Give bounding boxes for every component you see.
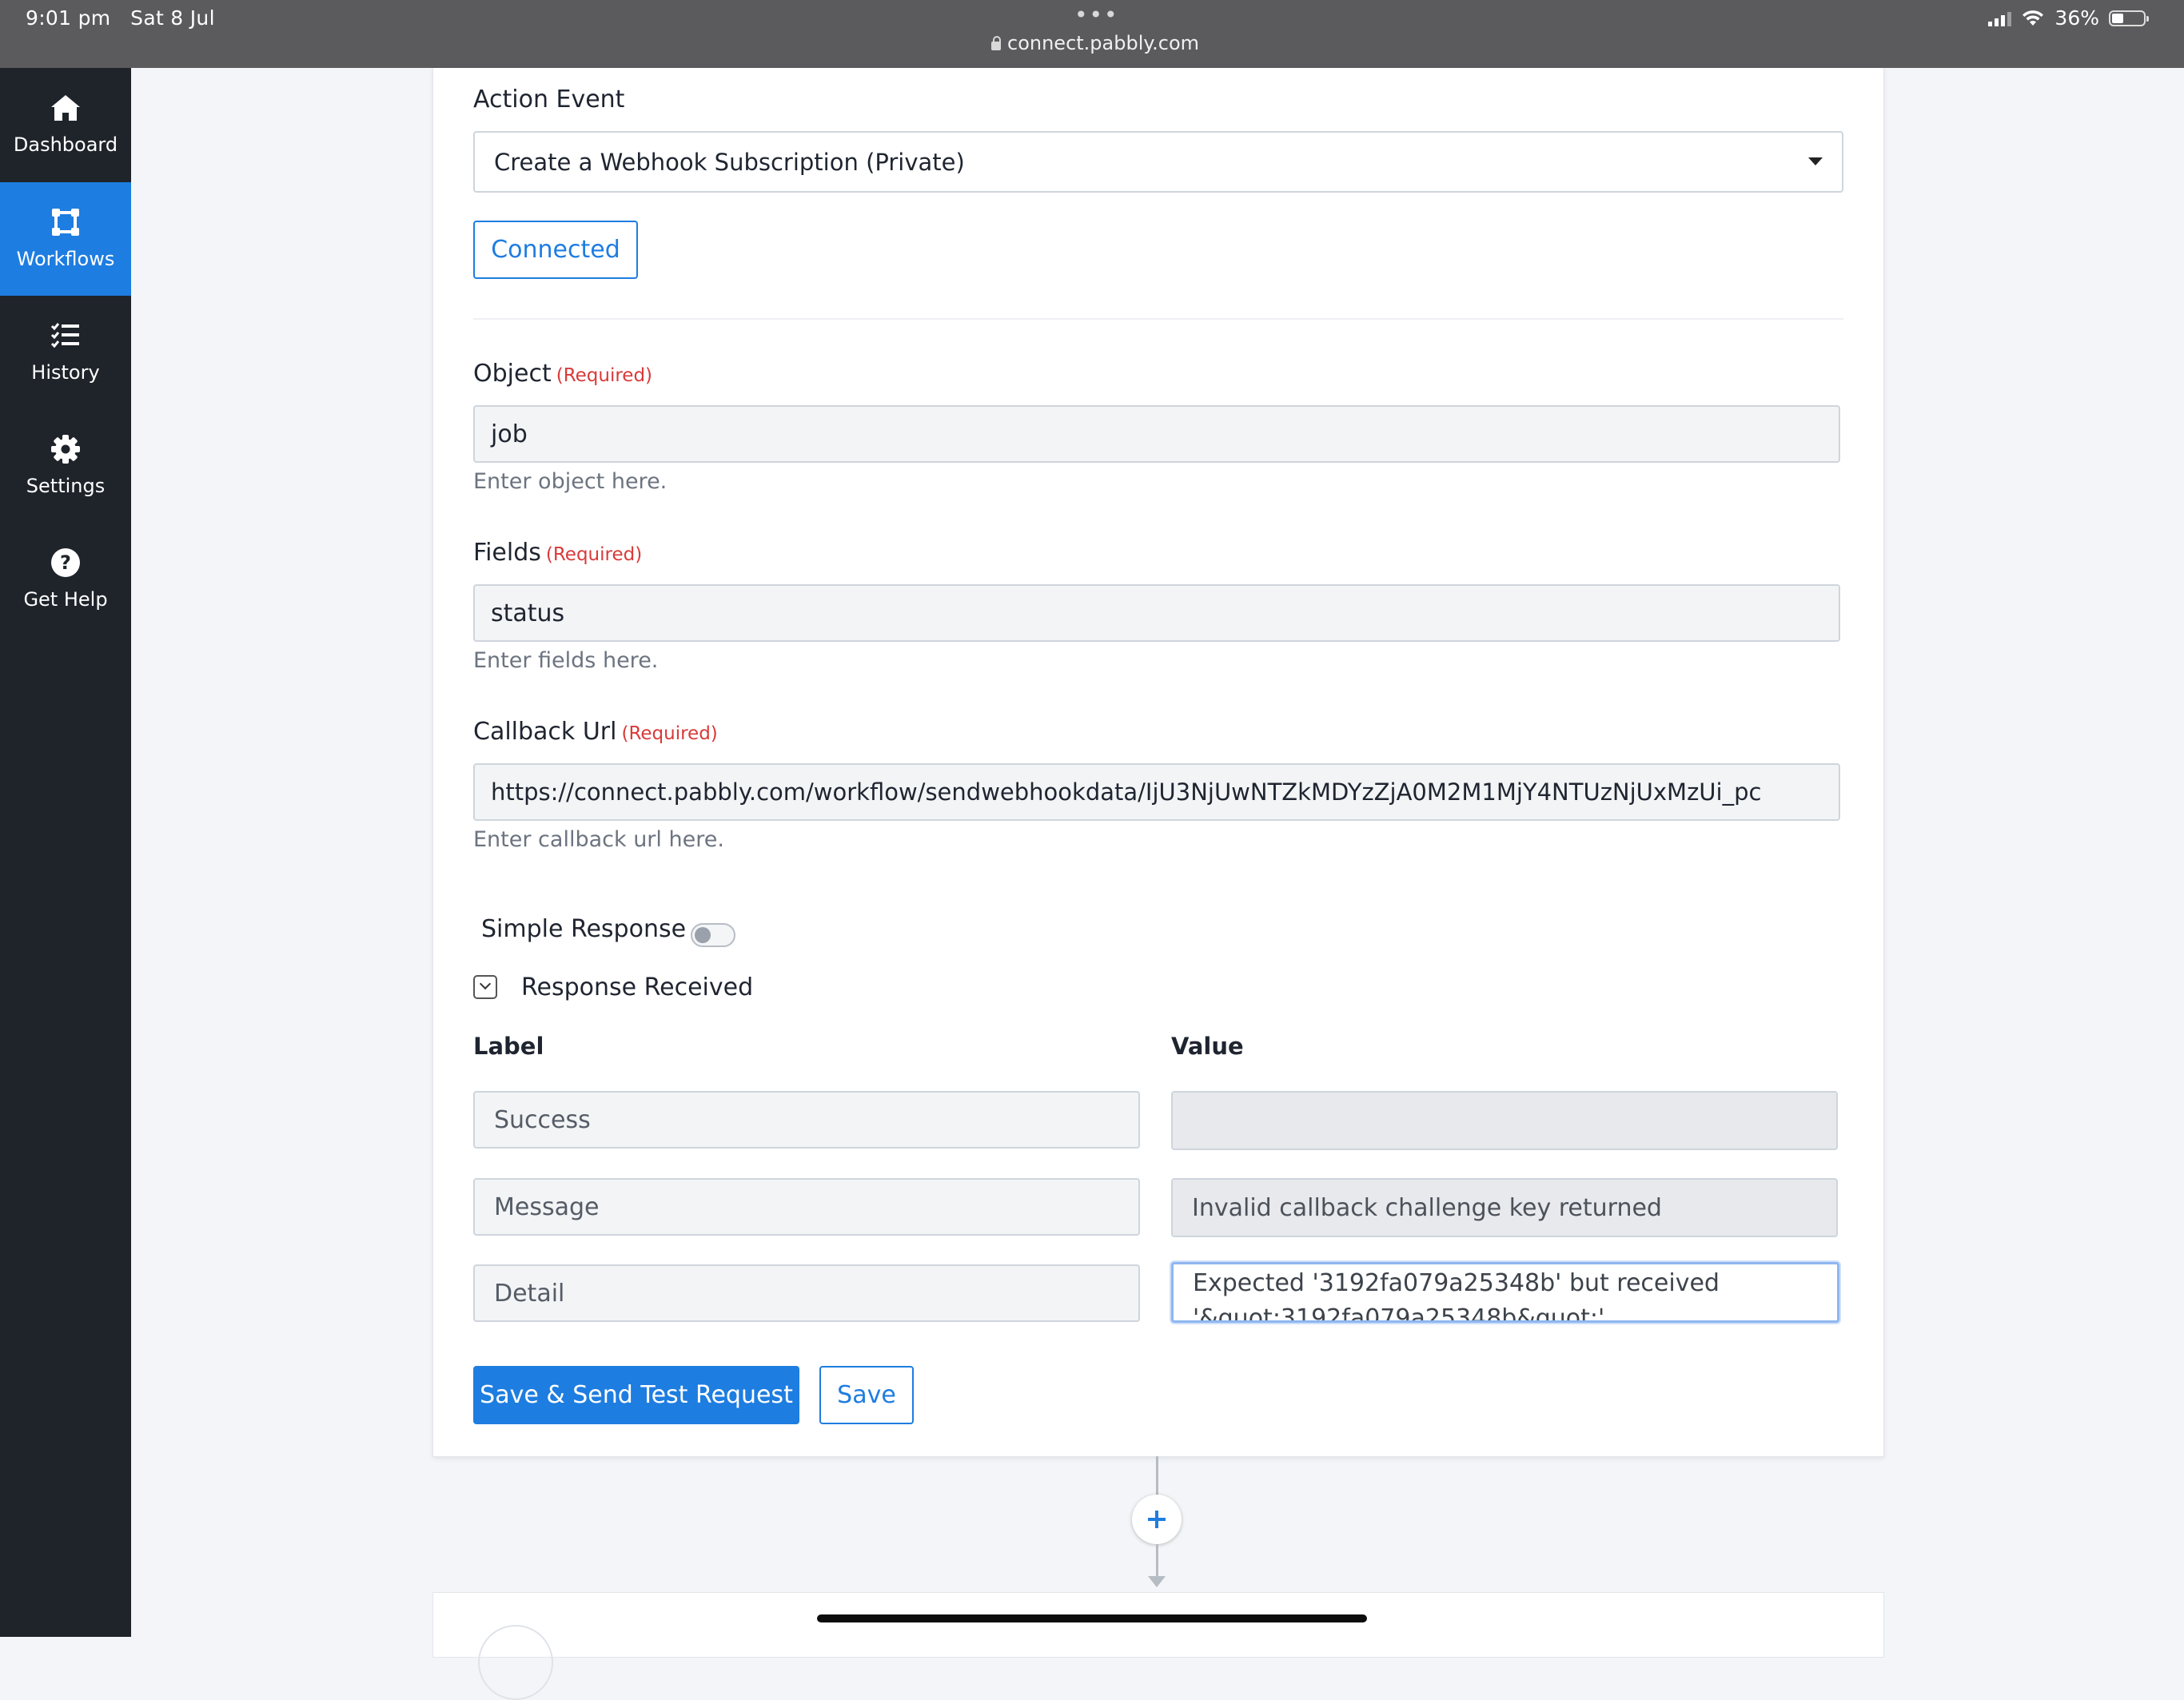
lock-icon <box>991 36 1001 50</box>
sidebar-item-label: Dashboard <box>13 133 118 156</box>
required-tag: (Required) <box>621 723 718 744</box>
sidebar-item-history[interactable]: History <box>0 296 131 409</box>
step-number-circle <box>478 1625 553 1700</box>
sidebar-item-workflows[interactable]: Workflows <box>0 182 131 296</box>
wifi-icon <box>2023 10 2044 26</box>
status-time: 9:01 pm Sat 8 Jul <box>26 6 215 30</box>
next-step-card[interactable] <box>432 1592 1884 1700</box>
response-label-field[interactable]: Message <box>473 1178 1140 1236</box>
response-label-field[interactable]: Detail <box>473 1264 1140 1322</box>
fields-input[interactable]: status <box>473 584 1840 642</box>
cellular-signal-icon <box>1988 10 2012 26</box>
response-value-field[interactable]: Invalid callback challenge key returned <box>1171 1178 1838 1237</box>
callback-url-hint: Enter callback url here. <box>473 827 724 852</box>
object-hint: Enter object here. <box>473 469 668 494</box>
toggle-knob <box>695 927 711 943</box>
value-column-header: Value <box>1171 1033 1244 1060</box>
action-event-value: Create a Webhook Subscription (Private) <box>494 148 965 176</box>
home-indicator[interactable] <box>817 1614 1367 1622</box>
response-value-field[interactable] <box>1171 1091 1838 1150</box>
response-received-collapse-toggle[interactable] <box>473 975 497 999</box>
sidebar-item-settings[interactable]: Settings <box>0 409 131 523</box>
callback-url-input[interactable]: https://connect.pabbly.com/workflow/send… <box>473 763 1840 821</box>
battery-icon <box>2109 10 2149 26</box>
gear-icon <box>51 435 80 464</box>
sidebar-item-label: Settings <box>26 475 106 497</box>
sidebar-item-label: History <box>31 361 100 384</box>
action-event-select[interactable]: Create a Webhook Subscription (Private) <box>473 131 1843 193</box>
connector-line <box>1156 1544 1158 1578</box>
workflow-icon <box>52 209 79 236</box>
arrow-down-icon <box>1148 1576 1166 1587</box>
battery-percent: 36% <box>2054 6 2099 30</box>
chevron-down-icon <box>1808 157 1823 165</box>
plus-icon <box>1148 1511 1166 1528</box>
response-label-field[interactable]: Success <box>473 1091 1140 1149</box>
fields-hint: Enter fields here. <box>473 648 659 673</box>
fields-label: Fields (Required) <box>473 539 643 567</box>
required-tag: (Required) <box>545 544 643 565</box>
status-indicators: 36% <box>1988 6 2149 30</box>
simple-response-toggle[interactable] <box>691 923 735 947</box>
object-label: Object (Required) <box>473 360 653 388</box>
connected-button[interactable]: Connected <box>473 221 638 279</box>
list-icon <box>50 323 79 348</box>
svg-text:?: ? <box>60 551 71 574</box>
address-bar[interactable]: connect.pabbly.com <box>991 32 1215 54</box>
response-value-field-focused[interactable]: Expected '3192fa079a25348b' but received… <box>1171 1262 1839 1323</box>
callback-url-label: Callback Url (Required) <box>473 718 718 746</box>
sidebar-item-get-help[interactable]: ? Get Help <box>0 523 131 636</box>
action-step-card: Action Event Create a Webhook Subscripti… <box>432 68 1884 1457</box>
home-icon <box>51 95 80 121</box>
url-text: connect.pabbly.com <box>1007 32 1200 54</box>
browser-menu-dots[interactable]: ••• <box>1074 2 1119 28</box>
action-event-label: Action Event <box>473 86 625 113</box>
sidebar-item-label: Get Help <box>23 588 108 611</box>
sidebar-item-dashboard[interactable]: Dashboard <box>0 68 131 181</box>
add-step-button[interactable] <box>1132 1495 1182 1544</box>
section-divider <box>473 318 1843 320</box>
status-bar: 9:01 pm Sat 8 Jul ••• connect.pabbly.com… <box>0 0 2184 68</box>
help-icon: ? <box>51 548 80 577</box>
response-received-label: Response Received <box>521 973 754 1001</box>
status-date: Sat 8 Jul <box>130 6 215 30</box>
save-and-send-test-request-button[interactable]: Save & Send Test Request <box>473 1366 799 1424</box>
object-input[interactable]: job <box>473 405 1840 463</box>
label-column-header: Label <box>473 1033 544 1060</box>
required-tag: (Required) <box>556 365 653 386</box>
sidebar-item-label: Workflows <box>16 248 115 270</box>
simple-response-label: Simple Response <box>481 915 687 943</box>
save-button[interactable]: Save <box>819 1366 914 1424</box>
sidebar: Dashboard Workflows History Settings ? G… <box>0 68 131 1637</box>
